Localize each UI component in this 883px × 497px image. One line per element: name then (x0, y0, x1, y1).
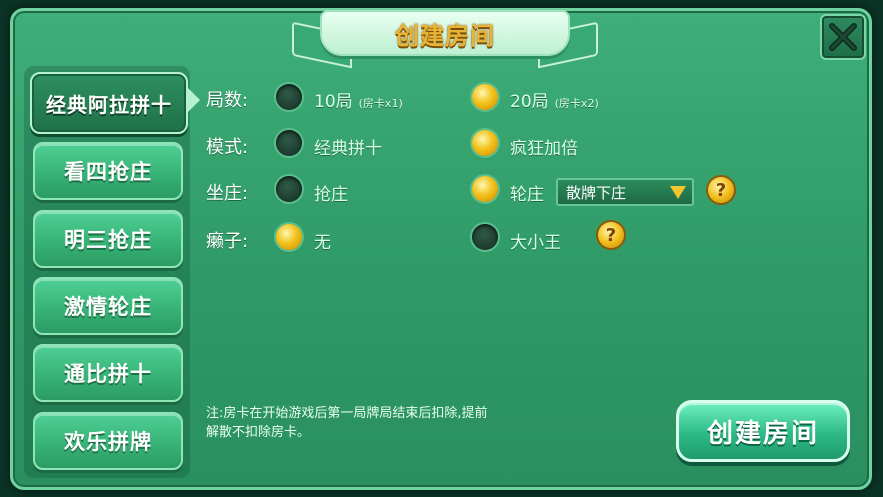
rounds-10-option[interactable]: 10局 (房卡x1) (314, 87, 403, 112)
tab-label: 通比拼十 (64, 362, 152, 386)
tab-all-compare-ten[interactable]: 通比拼十 (33, 344, 183, 402)
create-room-button[interactable]: 创建房间 (676, 400, 850, 462)
rounds-10-text: 10局 (314, 92, 353, 112)
wild-none-radio[interactable] (276, 224, 302, 250)
mode-classic-option[interactable]: 经典拼十 (314, 134, 382, 159)
wild-jokers-option[interactable]: 大小王 (510, 228, 561, 253)
mode-crazy-double-radio[interactable] (472, 130, 498, 156)
close-icon (829, 23, 857, 51)
banker-rotate-option[interactable]: 轮庄 (510, 180, 544, 205)
tab-passion-rotate-banker[interactable]: 激情轮庄 (33, 277, 183, 335)
title-ribbon: 创建房间 (292, 2, 598, 72)
close-button[interactable] (820, 14, 866, 60)
banker-grab-radio[interactable] (276, 176, 302, 202)
tab-classic-ten[interactable]: 经典阿拉拼十 (30, 72, 188, 134)
banker-rule-select[interactable]: 散牌下庄 (556, 178, 694, 206)
rounds-20-option[interactable]: 20局 (房卡x2) (510, 87, 599, 112)
banker-grab-option[interactable]: 抢庄 (314, 180, 348, 205)
tab-label: 经典阿拉拼十 (46, 92, 172, 117)
wild-help-icon[interactable]: ? (598, 222, 624, 248)
tab-label: 欢乐拼牌 (64, 430, 152, 454)
title-banner: 创建房间 (320, 10, 570, 56)
rounds-label: 局数: (206, 90, 249, 111)
rounds-20-radio[interactable] (472, 84, 498, 110)
tab-label: 激情轮庄 (64, 295, 152, 319)
rounds-10-cost: (房卡x1) (358, 97, 403, 110)
dialog-title: 创建房间 (395, 21, 495, 50)
banker-rule-value: 散牌下庄 (566, 183, 627, 202)
rounds-20-text: 20局 (510, 92, 549, 112)
tab-see-four-grab-banker[interactable]: 看四抢庄 (33, 142, 183, 200)
tab-happy-cards[interactable]: 欢乐拼牌 (33, 412, 183, 470)
wild-label: 癞子: (206, 231, 249, 252)
dropdown-arrow-icon (670, 186, 686, 199)
banker-label: 坐庄: (206, 183, 249, 204)
mode-crazy-double-option[interactable]: 疯狂加倍 (510, 134, 578, 159)
wild-none-option[interactable]: 无 (314, 228, 331, 253)
mode-classic-radio[interactable] (276, 130, 302, 156)
active-tab-arrow-icon (186, 86, 200, 114)
room-card-note: 注:房卡在开始游戏后第一局牌局结束后扣除,提前解散不扣除房卡。 (206, 406, 488, 440)
banker-rotate-radio[interactable] (472, 176, 498, 202)
tab-label: 明三抢庄 (64, 228, 152, 252)
rounds-10-radio[interactable] (276, 84, 302, 110)
banker-help-icon[interactable]: ? (708, 177, 734, 203)
tab-show-three-grab-banker[interactable]: 明三抢庄 (33, 210, 183, 268)
create-room-label: 创建房间 (706, 418, 819, 449)
wild-jokers-radio[interactable] (472, 224, 498, 250)
tab-label: 看四抢庄 (64, 160, 152, 184)
rounds-20-cost: (房卡x2) (554, 97, 599, 110)
mode-label: 模式: (206, 137, 249, 158)
